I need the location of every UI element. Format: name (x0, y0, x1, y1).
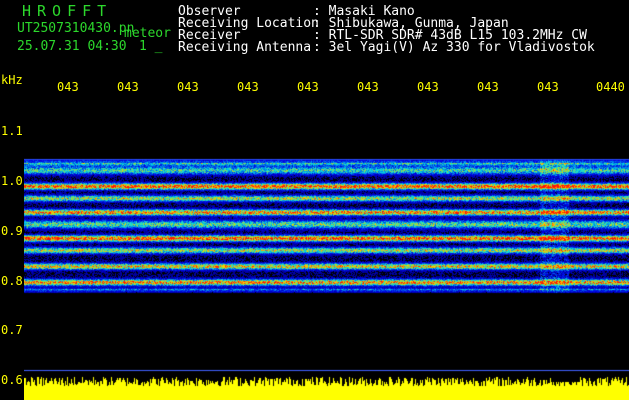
x-label: 043 (57, 80, 79, 94)
x-label: 043 (357, 80, 379, 94)
x-label: 043 (117, 80, 139, 94)
y-label: 0.8 (1, 274, 23, 288)
file-name: UT2507310430.pn (17, 21, 135, 36)
y-label: 1.0 (1, 174, 23, 188)
app-brand: HROFFT (22, 2, 113, 20)
y-label: 0.6 (1, 373, 23, 387)
x-label: 043 (297, 80, 319, 94)
info-label-antenna: Receiving Antenna (178, 40, 312, 55)
frequency-unit: kHz (1, 73, 23, 87)
date-time: 25.07.31 04:30 (17, 39, 127, 54)
x-label: 043 (417, 80, 439, 94)
detection-count: 1 _ (139, 39, 163, 54)
x-label: 043 (237, 80, 259, 94)
spectrogram-canvas (24, 100, 629, 400)
info-value-antenna: : 3el Yagi(V) Az 330 for Vladivostok (313, 40, 595, 55)
x-label: 0440 (596, 80, 625, 94)
y-label: 1.1 (1, 124, 23, 138)
x-label: 043 (537, 80, 559, 94)
y-label: 0.9 (1, 224, 23, 238)
x-label: 043 (477, 80, 499, 94)
x-label: 043 (177, 80, 199, 94)
y-label: 0.7 (1, 323, 23, 337)
